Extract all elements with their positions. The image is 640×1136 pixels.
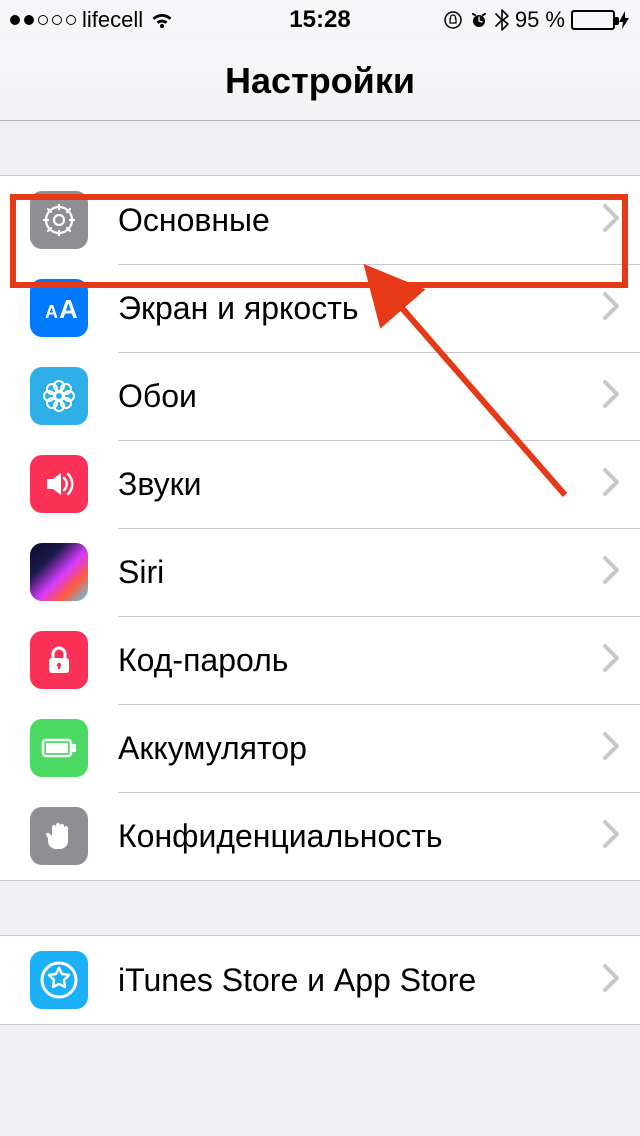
- group-spacer: [0, 121, 640, 175]
- row-siri[interactable]: Siri: [0, 528, 640, 616]
- flower-icon: [30, 367, 88, 425]
- group-spacer: [0, 1025, 640, 1079]
- alarm-icon: [469, 10, 489, 30]
- chevron-right-icon: [602, 379, 620, 414]
- hand-icon: [30, 807, 88, 865]
- bluetooth-icon: [495, 9, 509, 31]
- row-itunes-appstore[interactable]: iTunes Store и App Store: [0, 936, 640, 1024]
- row-display[interactable]: AA Экран и яркость: [0, 264, 640, 352]
- signal-dots: [10, 15, 76, 25]
- orientation-lock-icon: [443, 10, 463, 30]
- status-left: lifecell: [10, 7, 175, 33]
- row-passcode[interactable]: Код-пароль: [0, 616, 640, 704]
- svg-text:A: A: [45, 302, 58, 322]
- chevron-right-icon: [602, 467, 620, 502]
- page-title: Настройки: [0, 60, 640, 102]
- chevron-right-icon: [602, 555, 620, 590]
- svg-text:A: A: [59, 294, 78, 324]
- row-label: Экран и яркость: [118, 290, 602, 327]
- row-label: Код-пароль: [118, 642, 602, 679]
- row-label: Основные: [118, 202, 602, 239]
- speaker-icon: [30, 455, 88, 513]
- row-label: Обои: [118, 378, 602, 415]
- row-sounds[interactable]: Звуки: [0, 440, 640, 528]
- signal-dot-icon: [24, 15, 34, 25]
- row-label: Конфиденциальность: [118, 818, 602, 855]
- status-right: 95 %: [443, 7, 630, 33]
- navbar: Настройки: [0, 40, 640, 121]
- group-spacer: [0, 881, 640, 935]
- row-wallpaper[interactable]: Обои: [0, 352, 640, 440]
- signal-dot-icon: [38, 15, 48, 25]
- gear-icon: [30, 191, 88, 249]
- chevron-right-icon: [602, 203, 620, 238]
- row-label: Siri: [118, 554, 602, 591]
- appstore-icon: [30, 951, 88, 1009]
- text-size-icon: AA: [30, 279, 88, 337]
- row-label: iTunes Store и App Store: [118, 962, 602, 999]
- carrier-label: lifecell: [82, 7, 143, 33]
- status-time: 15:28: [289, 6, 350, 34]
- battery-row-icon: [30, 719, 88, 777]
- battery-icon: [571, 10, 630, 30]
- signal-dot-icon: [10, 15, 20, 25]
- row-battery[interactable]: Аккумулятор: [0, 704, 640, 792]
- chevron-right-icon: [602, 963, 620, 998]
- chevron-right-icon: [602, 643, 620, 678]
- battery-percent: 95 %: [515, 7, 565, 33]
- settings-group-main: Основные AA Экран и яркость Обои Звуки S…: [0, 175, 640, 881]
- chevron-right-icon: [602, 731, 620, 766]
- signal-dot-icon: [52, 15, 62, 25]
- wifi-icon: [149, 10, 175, 30]
- settings-group-stores: iTunes Store и App Store: [0, 935, 640, 1025]
- row-privacy[interactable]: Конфиденциальность: [0, 792, 640, 880]
- row-label: Аккумулятор: [118, 730, 602, 767]
- chevron-right-icon: [602, 291, 620, 326]
- row-label: Звуки: [118, 466, 602, 503]
- row-general[interactable]: Основные: [0, 176, 640, 264]
- lock-icon: [30, 631, 88, 689]
- siri-icon: [30, 543, 88, 601]
- chevron-right-icon: [602, 819, 620, 854]
- charging-icon: [618, 10, 630, 30]
- signal-dot-icon: [66, 15, 76, 25]
- status-bar: lifecell 15:28 95 %: [0, 0, 640, 40]
